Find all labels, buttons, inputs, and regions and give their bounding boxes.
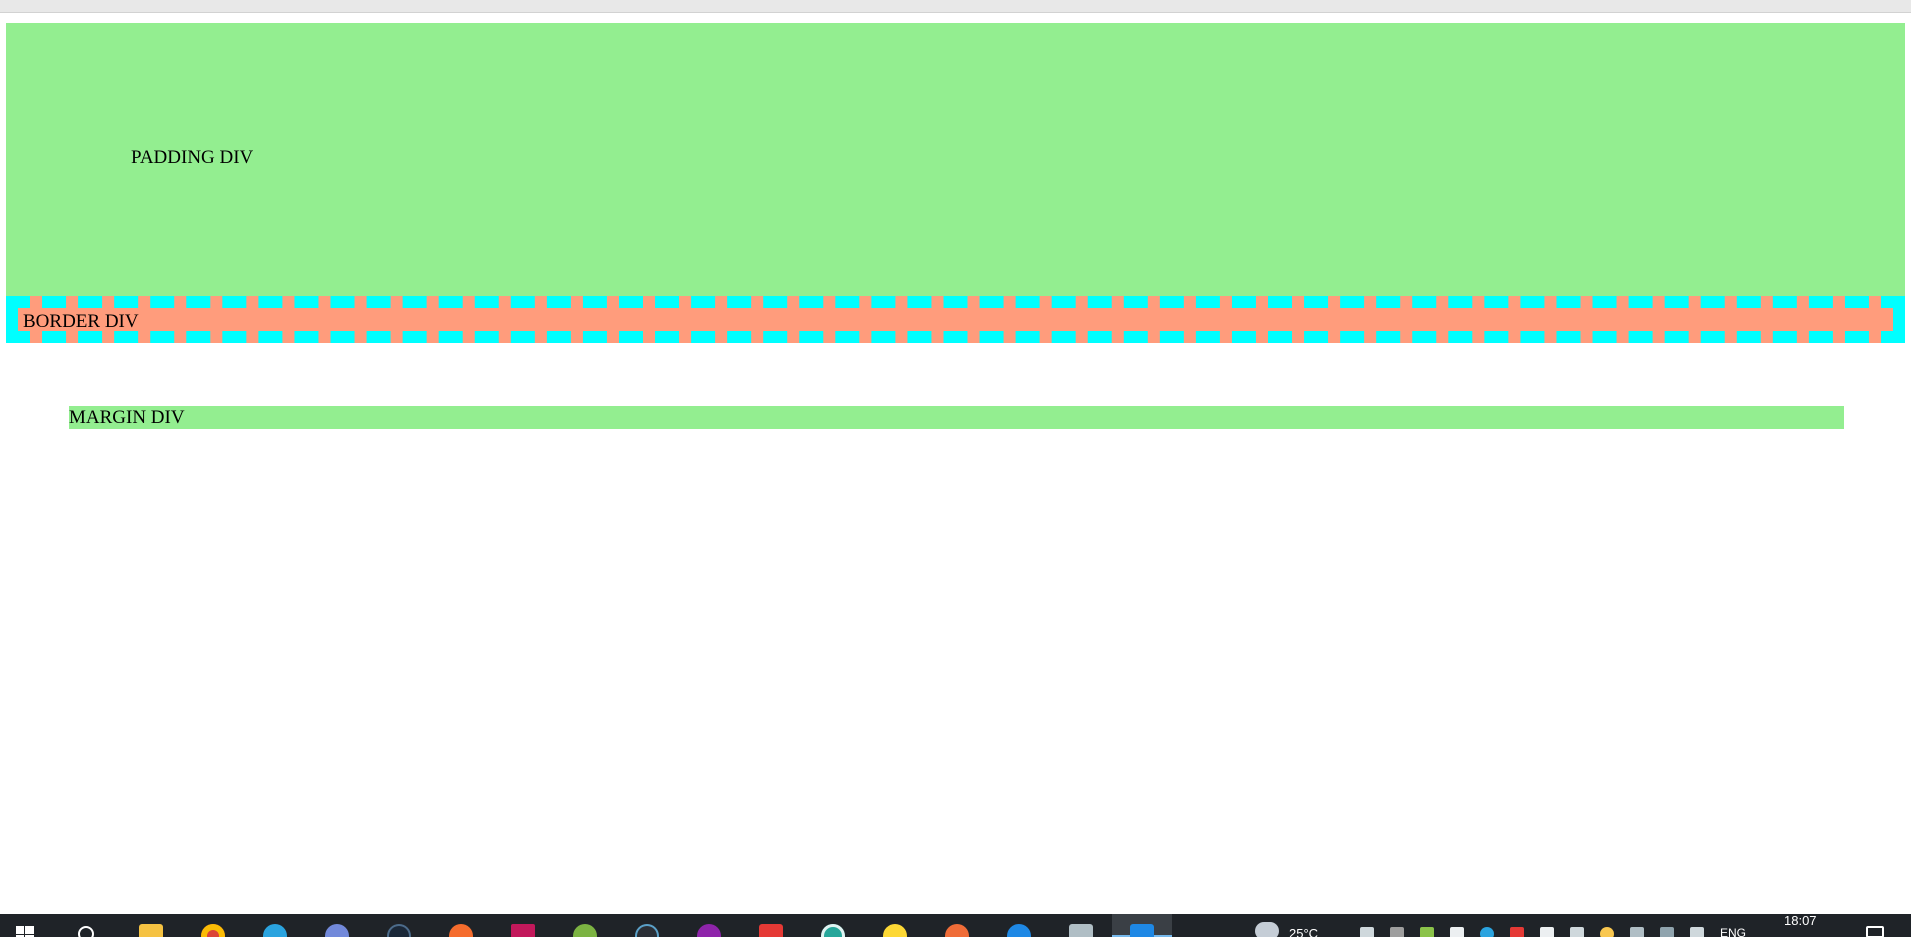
intellij-icon [511, 924, 535, 937]
start-button[interactable] [10, 914, 40, 937]
tray-window-icon[interactable] [1450, 927, 1464, 937]
windows-taskbar: 25°C ENG 18:07 [0, 914, 1911, 937]
taskbar-readly[interactable] [753, 914, 789, 937]
taskbar-epic-games[interactable] [629, 914, 665, 937]
border-div: BORDER DIV [6, 296, 1905, 343]
vscode-icon [1130, 924, 1154, 937]
taskbar-file-explorer[interactable] [133, 914, 169, 937]
postman-icon [945, 924, 969, 937]
start-icon [16, 926, 34, 937]
tray-app-icon[interactable] [1390, 927, 1404, 937]
tray-ball-icon[interactable] [1600, 927, 1614, 937]
margin-div: MARGIN DIV [69, 406, 1844, 429]
taskbar-intellij[interactable] [505, 914, 541, 937]
taskbar-tor[interactable] [815, 914, 851, 937]
paint-icon [1069, 924, 1093, 937]
podcast-icon [697, 924, 721, 937]
readly-icon [759, 924, 783, 937]
norton-icon [883, 924, 907, 937]
taskbar-chrome[interactable] [195, 914, 231, 937]
tray-chevron-icon[interactable] [1360, 927, 1374, 937]
language-label: ENG [1720, 926, 1747, 937]
taskbar-steam[interactable] [381, 914, 417, 937]
clock-time: 18:07 [1784, 914, 1817, 928]
discord-icon [325, 924, 349, 937]
notifications-icon[interactable] [1866, 926, 1884, 937]
tor-icon [821, 924, 845, 937]
epic-games-icon [635, 924, 659, 937]
weather-cloud-icon [1255, 922, 1279, 937]
taskbar-origin[interactable] [443, 914, 479, 937]
tray-shield-icon[interactable] [1540, 927, 1554, 937]
taskbar-telegram[interactable] [257, 914, 293, 937]
padding-div-label: PADDING DIV [131, 147, 254, 168]
steam-icon [387, 924, 411, 937]
taskbar-paint[interactable] [1063, 914, 1099, 937]
tray-monitor-icon[interactable] [1630, 927, 1644, 937]
search-button[interactable] [72, 914, 102, 937]
margin-div-label: MARGIN DIV [69, 407, 185, 428]
sqlmanager-icon [1007, 924, 1031, 937]
tray-telegram-icon[interactable] [1480, 927, 1494, 937]
padding-div: PADDING DIV [6, 23, 1905, 296]
network-icon[interactable] [1660, 927, 1674, 937]
taskbar-postman[interactable] [939, 914, 975, 937]
chrome-icon [201, 924, 225, 937]
file-explorer-icon [139, 924, 163, 937]
browser-top-bar [0, 0, 1911, 13]
nvidia-icon[interactable] [1420, 927, 1434, 937]
taskbar-sqlmanager[interactable] [1001, 914, 1037, 937]
taskbar-discord[interactable] [319, 914, 355, 937]
volume-icon[interactable] [1690, 927, 1704, 937]
tray-copy-icon[interactable] [1570, 927, 1584, 937]
telegram-icon [263, 924, 287, 937]
taskbar-norton[interactable] [877, 914, 913, 937]
taskbar-podcast[interactable] [691, 914, 727, 937]
tray-readly-icon[interactable] [1510, 927, 1524, 937]
search-icon [78, 926, 94, 937]
origin-icon [449, 924, 473, 937]
border-div-label: BORDER DIV [23, 311, 139, 332]
xampp-icon [573, 924, 597, 937]
taskbar-xampp[interactable] [567, 914, 603, 937]
taskbar-vscode[interactable] [1112, 914, 1172, 937]
weather-temp: 25°C [1289, 926, 1319, 937]
